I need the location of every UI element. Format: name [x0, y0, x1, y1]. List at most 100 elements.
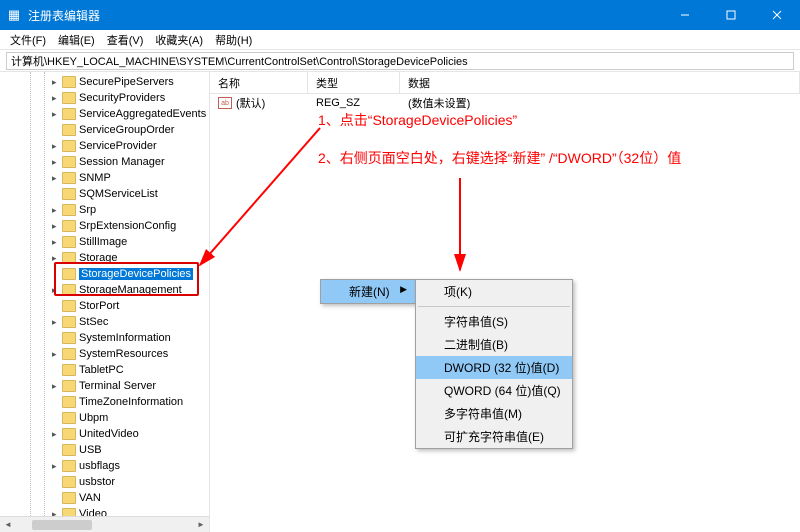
tree-item[interactable]: Ubpm	[0, 410, 209, 426]
tree-item[interactable]: ▸ ServiceProvider	[0, 138, 209, 154]
menu-file[interactable]: 文件(F)	[4, 32, 52, 48]
tree-item-label: ServiceGroupOrder	[79, 124, 174, 136]
folder-icon	[62, 316, 76, 328]
expand-icon[interactable]: ▸	[52, 78, 61, 87]
tree-item[interactable]: ▸SecurePipeServers	[0, 74, 209, 90]
folder-icon	[62, 412, 76, 424]
tree-item-label: UnitedVideo	[79, 428, 139, 440]
tree-item-label: SrpExtensionConfig	[79, 220, 176, 232]
ctx-new-binary[interactable]: 二进制值(B)	[416, 333, 572, 356]
ctx-new[interactable]: 新建(N)▶	[321, 280, 415, 303]
minimize-button[interactable]	[662, 0, 708, 30]
col-name[interactable]: 名称	[210, 72, 308, 93]
folder-icon	[62, 428, 76, 440]
tree-item-label: SystemInformation	[79, 332, 171, 344]
tree-item[interactable]: ▸ StillImage	[0, 234, 209, 250]
folder-icon	[62, 268, 76, 280]
expand-icon[interactable]: ▸	[52, 350, 61, 359]
tree-item[interactable]: ▸ UnitedVideo	[0, 426, 209, 442]
tree-item[interactable]: StorPort	[0, 298, 209, 314]
col-data[interactable]: 数据	[400, 72, 800, 93]
ctx-new-qword[interactable]: QWORD (64 位)值(Q)	[416, 379, 572, 402]
expand-icon[interactable]: ▸	[52, 94, 61, 103]
menu-edit[interactable]: 编辑(E)	[52, 32, 101, 48]
tree-item[interactable]: usbstor	[0, 474, 209, 490]
window-controls	[662, 0, 800, 30]
expand-icon[interactable]: ▸	[52, 382, 61, 391]
tree-hscrollbar[interactable]: ◄►	[0, 516, 209, 532]
expand-icon[interactable]: ▸	[52, 462, 61, 471]
expand-icon[interactable]: ▸	[52, 158, 61, 167]
tree-item[interactable]: VAN	[0, 490, 209, 506]
leaf-icon	[52, 414, 61, 423]
tree-item[interactable]: ▸ Storage	[0, 250, 209, 266]
window-title: 注册表编辑器	[28, 7, 662, 24]
tree-item[interactable]: ▸Session Manager	[0, 154, 209, 170]
expand-icon[interactable]: ▸	[52, 222, 61, 231]
folder-icon	[62, 76, 76, 88]
ctx-new-multi[interactable]: 多字符串值(M)	[416, 402, 572, 425]
tree-item[interactable]: ▸ usbflags	[0, 458, 209, 474]
tree-item[interactable]: ▸Srp	[0, 202, 209, 218]
app-icon: ▦	[0, 7, 28, 23]
close-button[interactable]	[754, 0, 800, 30]
tree-item[interactable]: ServiceGroupOrder	[0, 122, 209, 138]
ctx-new-dword[interactable]: DWORD (32 位)值(D)	[416, 356, 572, 379]
context-menu: 新建(N)▶ 项(K) 字符串值(S) 二进制值(B) DWORD (32 位)…	[320, 279, 416, 304]
menu-help[interactable]: 帮助(H)	[209, 32, 258, 48]
list-row-default[interactable]: ab(默认) REG_SZ (数值未设置)	[210, 94, 800, 112]
tree-item[interactable]: TimeZoneInformation	[0, 394, 209, 410]
expand-icon[interactable]: ▸	[52, 238, 61, 247]
tree-item-label: ServiceProvider	[79, 140, 157, 152]
path-input[interactable]	[6, 52, 794, 70]
tree-item[interactable]: ▸ SecurityProviders	[0, 90, 209, 106]
folder-icon	[62, 108, 76, 120]
tree-item[interactable]: ▸SNMP	[0, 170, 209, 186]
tree-item[interactable]: SQMServiceList	[0, 186, 209, 202]
maximize-button[interactable]	[708, 0, 754, 30]
expand-icon[interactable]: ▸	[52, 430, 61, 439]
ctx-new-key[interactable]: 项(K)	[416, 280, 572, 303]
tree-item[interactable]: SystemInformation	[0, 330, 209, 346]
value-pane[interactable]: 名称 类型 数据 ab(默认) REG_SZ (数值未设置) 新建(N)▶ 项(…	[210, 72, 800, 532]
expand-icon[interactable]: ▸	[52, 286, 61, 295]
expand-icon[interactable]: ▸	[52, 110, 61, 119]
folder-icon	[62, 156, 76, 168]
leaf-icon	[52, 334, 61, 343]
col-type[interactable]: 类型	[308, 72, 400, 93]
tree-item[interactable]: ▸ StSec	[0, 314, 209, 330]
tree-item[interactable]: ▸ SrpExtensionConfig	[0, 218, 209, 234]
ctx-new-expand[interactable]: 可扩充字符串值(E)	[416, 425, 572, 448]
tree-item[interactable]: StorageDevicePolicies	[0, 266, 209, 282]
expand-icon[interactable]: ▸	[52, 142, 61, 151]
folder-icon	[62, 444, 76, 456]
tree-pane[interactable]: ▸SecurePipeServers▸SecurityProviders▸Ser…	[0, 72, 210, 532]
leaf-icon	[52, 398, 61, 407]
menu-favorites[interactable]: 收藏夹(A)	[149, 32, 209, 48]
tree-item-label: Terminal Server	[79, 380, 156, 392]
tree-item-label: TabletPC	[79, 364, 124, 376]
tree-item[interactable]: ▸ServiceAggregatedEvents	[0, 106, 209, 122]
folder-icon	[62, 124, 76, 136]
tree-item-label: SecurityProviders	[79, 92, 165, 104]
ctx-new-string[interactable]: 字符串值(S)	[416, 310, 572, 333]
menubar: 文件(F) 编辑(E) 查看(V) 收藏夹(A) 帮助(H)	[0, 30, 800, 50]
cell-data: (数值未设置)	[400, 95, 800, 111]
folder-icon	[62, 300, 76, 312]
expand-icon[interactable]: ▸	[52, 254, 61, 263]
tree-item[interactable]: ▸SystemResources	[0, 346, 209, 362]
expand-icon[interactable]: ▸	[52, 206, 61, 215]
tree-item[interactable]: ▸ StorageManagement	[0, 282, 209, 298]
tree-item-label: Storage	[79, 252, 118, 264]
submenu-arrow-icon: ▶	[400, 284, 407, 295]
tree-item-label: StSec	[79, 316, 108, 328]
tree-item-label: StillImage	[79, 236, 127, 248]
expand-icon[interactable]: ▸	[52, 318, 61, 327]
tree-item[interactable]: ▸ Terminal Server	[0, 378, 209, 394]
menu-view[interactable]: 查看(V)	[101, 32, 150, 48]
tree-item-label: StorageManagement	[79, 284, 182, 296]
tree-item[interactable]: USB	[0, 442, 209, 458]
expand-icon[interactable]: ▸	[52, 174, 61, 183]
tree-item[interactable]: TabletPC	[0, 362, 209, 378]
tree-item-label: usbflags	[79, 460, 120, 472]
